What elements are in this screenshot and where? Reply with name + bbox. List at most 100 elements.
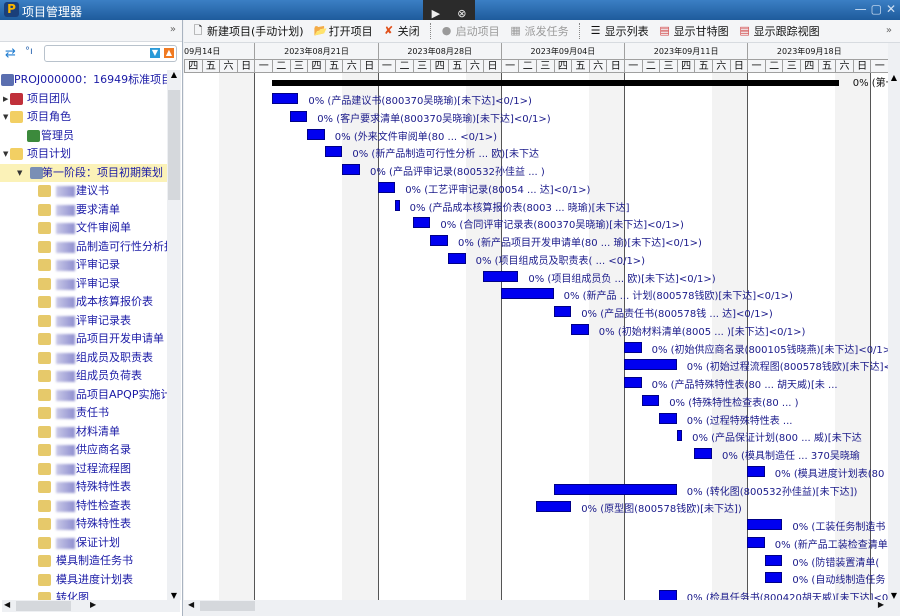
toolbar-button-gantt[interactable]: ▤ 显示甘特图: [659, 23, 729, 39]
expand-arrow-icon[interactable]: ▼: [3, 108, 8, 126]
task-bar[interactable]: [272, 93, 299, 104]
task-bar[interactable]: [641, 394, 660, 406]
minimize-button[interactable]: —: [855, 2, 867, 16]
gantt-horizontal-scrollbar[interactable]: ◀ ▶: [184, 600, 888, 612]
tree-item[interactable]: 材料清单: [0, 423, 167, 441]
toolbar-button-dispatch[interactable]: ▦ 派发任务: [510, 23, 568, 39]
task-bar[interactable]: [764, 572, 783, 584]
gantt-vertical-scrollbar[interactable]: ▲ ▼: [888, 73, 900, 600]
task-bar[interactable]: [624, 359, 677, 371]
tree-horizontal-scrollbar[interactable]: ◀ ▶: [2, 600, 180, 612]
tree-item[interactable]: ▶ 项目团队: [0, 90, 167, 108]
maximize-button[interactable]: ▢: [871, 2, 882, 16]
tree-item[interactable]: 品制造可行性分析报: [0, 238, 167, 256]
close-window-button[interactable]: ✕: [886, 2, 896, 16]
dispatch-icon: ▦: [510, 24, 521, 37]
tree-item[interactable]: 特殊特性表: [0, 515, 167, 533]
task-bar[interactable]: [747, 536, 765, 548]
toolbar-button-new-file[interactable]: 🗋 新建项目(手动计划): [192, 23, 304, 39]
search-down-button[interactable]: ▼: [150, 48, 160, 58]
document-icon: [38, 259, 51, 271]
task-bar[interactable]: [307, 128, 325, 140]
tree-item[interactable]: 特性检查表: [0, 497, 167, 515]
toolbar-button-tracking[interactable]: ▤ 显示跟踪视图: [739, 23, 819, 39]
tree-item[interactable]: 文件审阅单: [0, 219, 167, 237]
tree-item[interactable]: ▼ 项目计划: [0, 145, 167, 163]
task-bar[interactable]: [659, 412, 677, 424]
expand-arrow-icon[interactable]: ▼: [3, 145, 8, 163]
task-bar[interactable]: [571, 323, 589, 335]
task-bar[interactable]: [377, 181, 396, 193]
task-bar[interactable]: [430, 235, 448, 246]
tree-item[interactable]: PROJ000000：16949标准项目模板: [0, 71, 167, 89]
chevron-down-icon[interactable]: »: [170, 24, 176, 35]
task-bar[interactable]: [764, 554, 783, 566]
toolbar-button-label: 显示甘特图: [673, 25, 729, 38]
tree-item[interactable]: 转化图: [0, 589, 167, 600]
task-bar[interactable]: [342, 164, 360, 175]
task-bar[interactable]: [412, 217, 431, 229]
folder-open-icon: 📂: [313, 24, 328, 37]
weekday-cell: 六: [712, 60, 730, 73]
tree-item[interactable]: ▼ 项目角色: [0, 108, 167, 126]
cursor-icon[interactable]: ▶: [432, 7, 440, 20]
task-bar[interactable]: [553, 306, 572, 317]
task-bar[interactable]: [483, 270, 519, 282]
tree-item-label: 特性检查表: [76, 498, 131, 512]
close-icon[interactable]: ⊗: [457, 7, 466, 20]
tree-item[interactable]: 保证计划: [0, 534, 167, 552]
tree-item[interactable]: 成本核算报价表: [0, 293, 167, 311]
task-bar[interactable]: [747, 465, 765, 477]
search-up-button[interactable]: ▲: [164, 48, 174, 58]
expand-arrow-icon[interactable]: ▶: [3, 90, 8, 108]
tree-item[interactable]: 特殊特性表: [0, 478, 167, 496]
task-bar[interactable]: [289, 110, 308, 122]
tree-item[interactable]: 品项目APQP实施计: [0, 386, 167, 404]
toolbar-overflow-icon[interactable]: »: [886, 25, 892, 36]
task-bar[interactable]: [624, 377, 642, 388]
refresh-icon[interactable]: ⇄: [5, 46, 16, 61]
tree-item[interactable]: ▼ 第一阶段：项目初期策划: [0, 163, 167, 182]
tree-item[interactable]: 过程流程图: [0, 460, 167, 478]
task-bar[interactable]: [676, 430, 683, 442]
expand-arrow-icon[interactable]: ▼: [17, 164, 22, 182]
task-bar[interactable]: [694, 448, 712, 459]
task-bar[interactable]: [747, 519, 783, 530]
toolbar-button-close-project[interactable]: ✘ 关闭: [383, 23, 420, 39]
tree-item[interactable]: 评审记录表: [0, 312, 167, 330]
toolbar-button-folder-open[interactable]: 📂 打开项目: [314, 23, 373, 39]
tree-item[interactable]: 组成员及职责表: [0, 349, 167, 367]
task-bar[interactable]: [659, 590, 677, 600]
tree-item[interactable]: 建议书: [0, 182, 167, 200]
task-bar[interactable]: [448, 252, 466, 264]
redacted-text: [56, 334, 75, 345]
task-bar-label: 0% (初始材料清单(8005 ... )[未下达]<0/1>): [598, 326, 806, 338]
task-bar[interactable]: [553, 483, 677, 495]
weekday-cell: 三: [289, 60, 308, 73]
task-bar-label: 0% (项目组成员负 ... 欧)[未下达]<0/1>): [528, 273, 716, 285]
tree-item[interactable]: 要求清单: [0, 201, 167, 219]
tree-item[interactable]: 评审记录: [0, 275, 167, 293]
weekday-cell: 六: [342, 60, 360, 73]
task-bar-label: 0% (模具制造任 ... 370吴晓瑜: [722, 451, 860, 462]
tree-item[interactable]: 供应商名录: [0, 441, 167, 459]
task-bar[interactable]: [536, 501, 572, 513]
tree-item[interactable]: 品项目开发申请单: [0, 330, 167, 348]
tree-vertical-scrollbar[interactable]: ▲ ▼: [167, 70, 181, 600]
tree-item-label: 特殊特性表: [76, 517, 131, 530]
filter-icon[interactable]: °ı: [25, 46, 33, 57]
task-bar[interactable]: [624, 341, 642, 353]
task-bar[interactable]: [395, 199, 400, 211]
redacted-text: [56, 241, 75, 253]
toolbar-button-list[interactable]: ☰ 显示列表: [590, 23, 649, 39]
tree-item[interactable]: 管理员: [0, 127, 167, 145]
tree-item[interactable]: 组成员负荷表: [0, 367, 167, 385]
summary-bar[interactable]: [272, 80, 839, 86]
tree-item[interactable]: 模具进度计划表: [0, 571, 167, 589]
toolbar-button-start[interactable]: ● 启动项目: [441, 23, 500, 39]
task-bar[interactable]: [324, 146, 343, 158]
task-bar[interactable]: [500, 288, 554, 300]
tree-item[interactable]: 模具制造任务书: [0, 552, 167, 570]
tree-item[interactable]: 责任书: [0, 404, 167, 422]
tree-item[interactable]: 评审记录: [0, 256, 167, 274]
